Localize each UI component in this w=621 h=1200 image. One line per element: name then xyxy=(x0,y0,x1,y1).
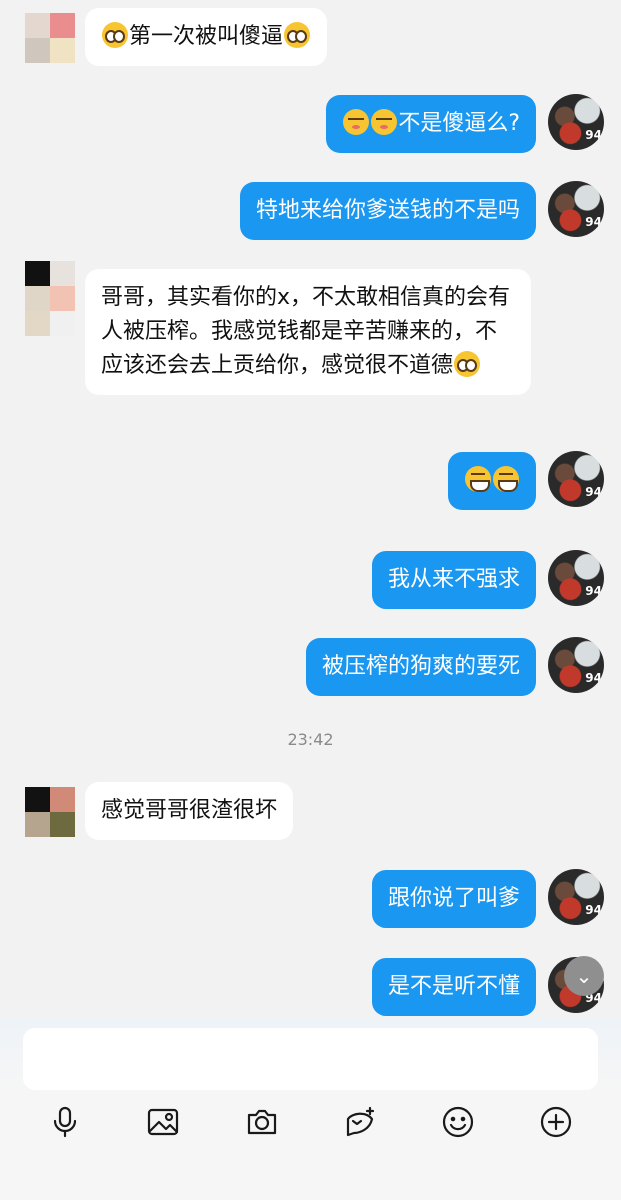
sticker-button[interactable] xyxy=(338,1100,382,1144)
my-avatar[interactable] xyxy=(548,181,604,237)
message-text: 特地来给你爹送钱的不是吗 xyxy=(255,198,520,223)
outgoing-message[interactable]: 被压榨的狗爽的要死 xyxy=(305,638,536,696)
message-text: 我从来不强求 xyxy=(387,567,520,592)
outgoing-message[interactable]: 不是傻逼么? xyxy=(326,95,536,153)
emoji-button[interactable] xyxy=(436,1100,480,1144)
message-text: 第一次被叫傻逼 xyxy=(129,24,284,49)
teasing-face-emoji xyxy=(371,109,398,135)
image-icon xyxy=(147,1108,179,1136)
contact-avatar[interactable] xyxy=(25,261,75,336)
chat-area[interactable]: 第一次被叫傻逼不是傻逼么? 特地来给你爹送钱的不是吗哥哥，其实看你的x，不太敢相信… xyxy=(0,0,621,1020)
sticker-icon xyxy=(346,1106,375,1137)
pleading-face-emoji xyxy=(102,22,128,48)
pleading-face-emoji xyxy=(454,351,481,377)
chevron-down-icon: ⌄ xyxy=(575,964,593,988)
outgoing-message[interactable]: 我从来不强求 xyxy=(371,551,536,609)
microphone-button[interactable] xyxy=(43,1100,87,1144)
emoji-icon xyxy=(442,1106,474,1138)
message-text: 感觉哥哥很渣很坏 xyxy=(101,798,278,823)
outgoing-message[interactable]: 是不是听不懂 xyxy=(371,958,536,1016)
contact-avatar[interactable] xyxy=(25,13,75,63)
my-avatar[interactable] xyxy=(548,451,604,507)
outgoing-message[interactable]: 特地来给你爹送钱的不是吗 xyxy=(239,182,536,240)
outgoing-message[interactable] xyxy=(448,452,536,510)
camera-icon xyxy=(247,1109,277,1135)
my-avatar[interactable] xyxy=(548,550,604,606)
pleading-face-emoji xyxy=(284,22,311,48)
timestamp: 23:42 xyxy=(287,730,334,749)
outgoing-message[interactable]: 跟你说了叫爹 xyxy=(371,870,536,928)
microphone-icon xyxy=(53,1106,77,1138)
teasing-face-emoji xyxy=(343,109,370,135)
message-input[interactable] xyxy=(23,1028,598,1090)
my-avatar[interactable] xyxy=(548,94,604,150)
incoming-message[interactable]: 感觉哥哥很渣很坏 xyxy=(85,782,294,840)
my-avatar[interactable] xyxy=(548,869,604,925)
my-avatar[interactable] xyxy=(548,637,604,693)
incoming-message[interactable]: 哥哥，其实看你的x，不太敢相信真的会有人被压榨。我感觉钱都是辛苦赚来的，不应该还… xyxy=(85,269,531,395)
scroll-down-button[interactable]: ⌄ xyxy=(564,956,604,996)
message-text: 被压榨的狗爽的要死 xyxy=(321,654,520,679)
toolbar xyxy=(0,1100,621,1144)
composer xyxy=(0,1018,621,1200)
image-button[interactable] xyxy=(141,1100,185,1144)
message-text: 不是傻逼么? xyxy=(398,111,520,136)
contact-avatar[interactable] xyxy=(25,787,75,837)
message-text: 是不是听不懂 xyxy=(387,974,520,999)
grinning-face-emoji xyxy=(493,466,519,492)
message-text: 哥哥，其实看你的x，不太敢相信真的会有人被压榨。我感觉钱都是辛苦赚来的，不应该还… xyxy=(101,285,511,378)
message-text: 跟你说了叫爹 xyxy=(387,886,520,911)
camera-button[interactable] xyxy=(240,1100,284,1144)
incoming-message[interactable]: 第一次被叫傻逼 xyxy=(85,8,328,66)
grinning-face-emoji xyxy=(465,466,491,492)
plus-button[interactable] xyxy=(534,1100,578,1144)
plus-icon xyxy=(540,1106,572,1138)
